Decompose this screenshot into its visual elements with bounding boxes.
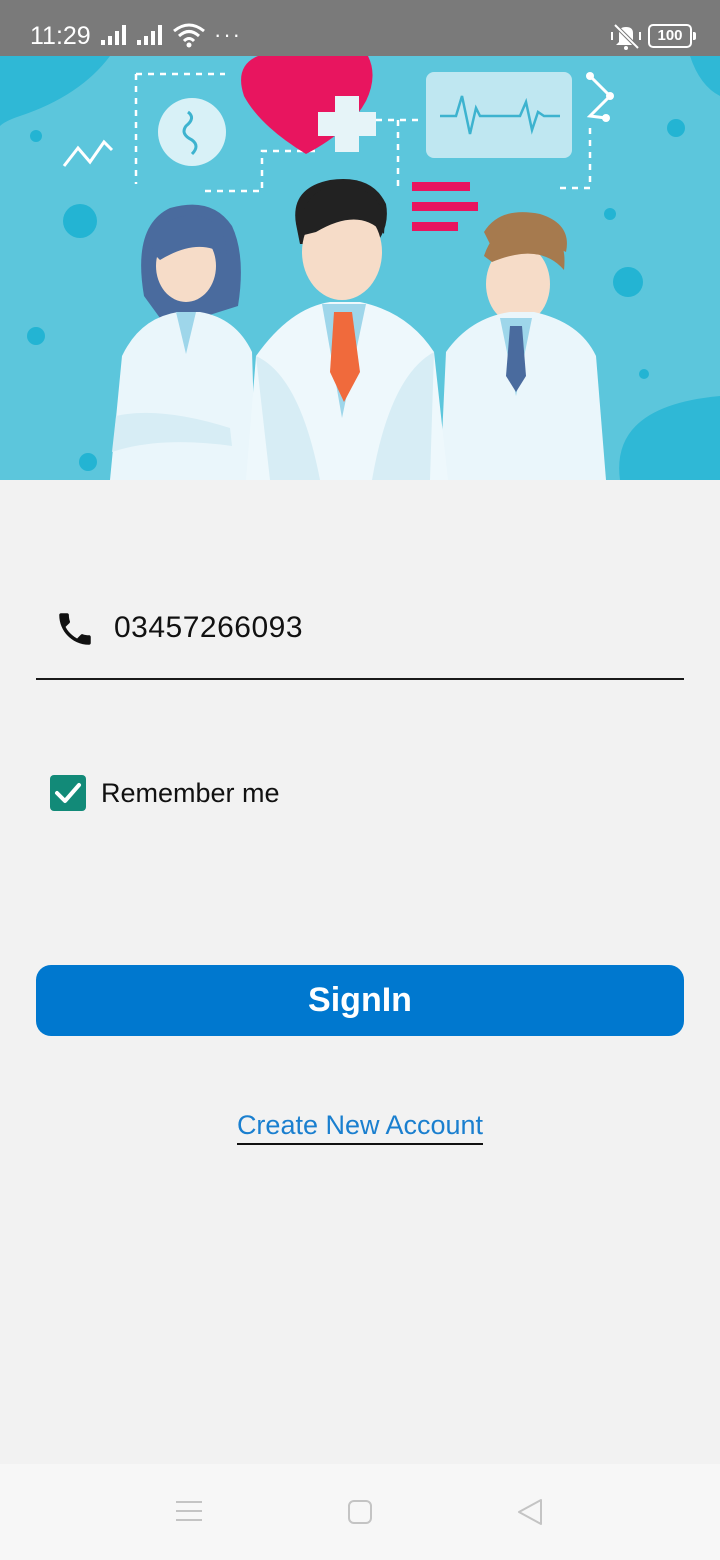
battery-icon: 100 [648, 24, 696, 48]
signin-button[interactable]: SignIn [36, 965, 684, 1036]
home-square-icon[interactable] [348, 1500, 372, 1524]
phone-input[interactable] [114, 604, 654, 652]
hero-illustration [0, 56, 720, 480]
menu-icon[interactable] [176, 1500, 202, 1522]
remember-me[interactable]: Remember me [50, 774, 280, 812]
check-icon [55, 783, 81, 803]
system-nav-bar [0, 1464, 720, 1560]
status-time: 11:29 [30, 22, 91, 50]
wifi-icon [173, 23, 205, 48]
create-account-link[interactable]: Create New Account [236, 1110, 484, 1145]
overflow-dots: ··· [214, 22, 242, 47]
doctors-illustration [0, 56, 720, 480]
status-bar: 11:29 ··· 100 [0, 0, 720, 56]
remember-label[interactable]: Remember me [101, 778, 280, 809]
remember-checkbox[interactable] [50, 775, 86, 811]
phone-icon [59, 613, 91, 645]
signal-icon [137, 25, 162, 45]
mute-vibrate-icon [611, 23, 641, 50]
create-account-container: Create New Account [0, 1110, 720, 1145]
back-triangle-icon[interactable] [516, 1498, 544, 1526]
phone-field[interactable] [36, 590, 684, 680]
signal-icon [101, 25, 126, 45]
